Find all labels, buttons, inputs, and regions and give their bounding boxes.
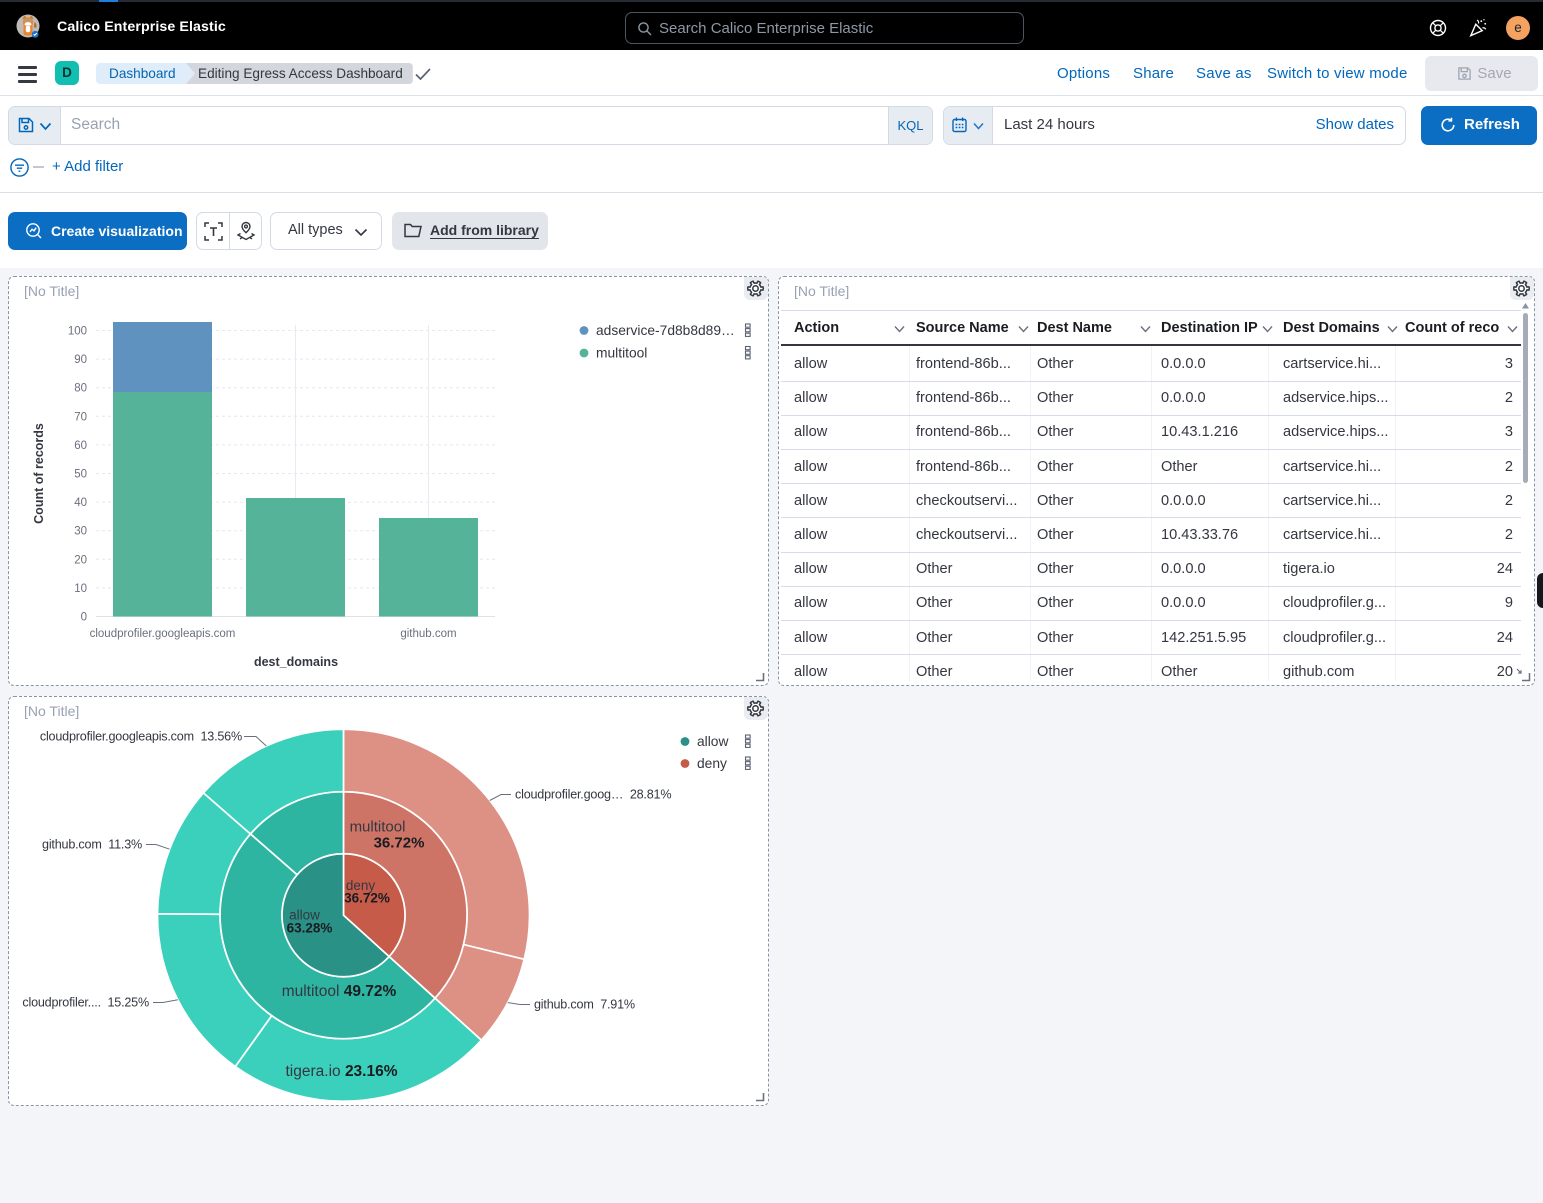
svg-text:90: 90 bbox=[74, 354, 87, 366]
svg-text:70: 70 bbox=[74, 411, 87, 423]
svg-text:tigera.io 23.16%: tigera.io 23.16% bbox=[285, 1063, 397, 1080]
svg-text:50: 50 bbox=[74, 468, 87, 480]
svg-text:github.com 7.91%: github.com 7.91% bbox=[534, 997, 635, 1011]
svg-text:multitool: multitool bbox=[350, 818, 406, 835]
svg-text:36.72%: 36.72% bbox=[344, 890, 390, 905]
svg-text:github.com 11.3%: github.com 11.3% bbox=[42, 837, 142, 851]
svg-text:cloudprofiler.googleapis.com: cloudprofiler.googleapis.com 13.56% bbox=[40, 729, 242, 743]
svg-text:dest_domains: dest_domains bbox=[254, 655, 338, 669]
svg-text:100: 100 bbox=[68, 325, 87, 337]
svg-text:cloudprofiler.... 15.25%: cloudprofiler.... 15.25% bbox=[22, 995, 149, 1009]
svg-text:cloudprofiler.googleapis.com: cloudprofiler.googleapis.com bbox=[90, 628, 236, 640]
svg-text:github.com: github.com bbox=[400, 628, 456, 640]
svg-text:multitool: multitool bbox=[596, 345, 647, 360]
svg-text:10: 10 bbox=[74, 582, 87, 594]
svg-text:adservice-7d8b8d89…: adservice-7d8b8d89… bbox=[596, 323, 735, 338]
svg-text:0: 0 bbox=[81, 611, 87, 623]
svg-text:allow: allow bbox=[697, 734, 728, 749]
svg-text:63.28%: 63.28% bbox=[287, 920, 333, 935]
svg-text:Count of records: Count of records bbox=[32, 423, 46, 524]
svg-text:36.72%: 36.72% bbox=[374, 834, 425, 851]
svg-text:40: 40 bbox=[74, 497, 87, 509]
svg-text:multitool 49.72%: multitool 49.72% bbox=[282, 983, 397, 1000]
svg-text:80: 80 bbox=[74, 382, 87, 394]
svg-text:60: 60 bbox=[74, 439, 87, 451]
svg-text:deny: deny bbox=[697, 756, 727, 771]
svg-text:20: 20 bbox=[74, 554, 87, 566]
svg-text:cloudprofiler.goog… 28.81%: cloudprofiler.goog… 28.81% bbox=[515, 787, 671, 801]
svg-text:30: 30 bbox=[74, 525, 87, 537]
